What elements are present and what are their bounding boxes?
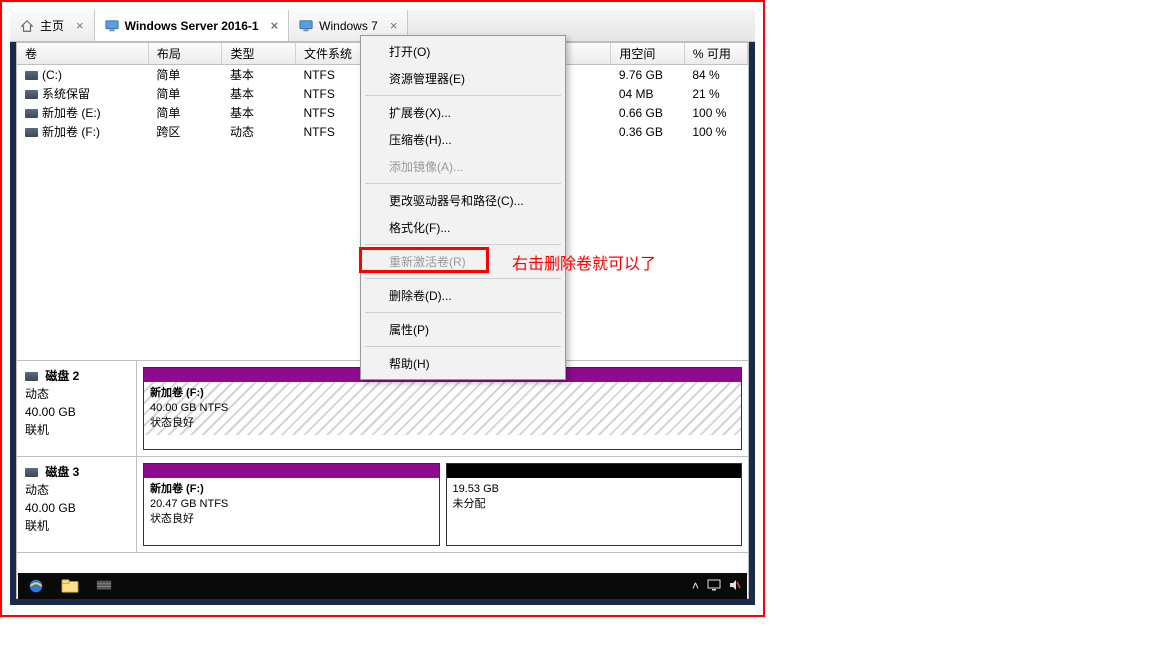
partition-body: 新加卷 (F:)20.47 GB NTFS状态良好 [144, 478, 439, 531]
screenshot-frame: 主页 × Windows Server 2016-1 × Windows 7 × [0, 0, 765, 617]
menu-item: 添加镜像(A)... [363, 153, 563, 180]
menu-item[interactable]: 打开(O) [363, 38, 563, 65]
close-icon[interactable]: × [390, 18, 398, 33]
menu-separator [365, 244, 561, 245]
menu-item[interactable]: 删除卷(D)... [363, 282, 563, 309]
menu-item[interactable]: 更改驱动器号和路径(C)... [363, 187, 563, 214]
menu-separator [365, 278, 561, 279]
disk-visual: 新加卷 (F:)20.47 GB NTFS状态良好19.53 GB未分配 [137, 457, 748, 552]
menu-item[interactable]: 扩展卷(X)... [363, 99, 563, 126]
menu-item[interactable]: 压缩卷(H)... [363, 126, 563, 153]
disk-info: 磁盘 3动态40.00 GB联机 [17, 457, 137, 552]
partition-body: 19.53 GB未分配 [447, 478, 742, 516]
volume-icon[interactable] [729, 579, 741, 593]
menu-separator [365, 346, 561, 347]
partition-header [447, 464, 742, 478]
monitor-icon [299, 19, 313, 33]
tab-label: 主页 [40, 17, 64, 34]
disk-info: 磁盘 2动态40.00 GB联机 [17, 361, 137, 456]
annotation-text: 右击删除卷就可以了 [512, 250, 656, 274]
col-used[interactable]: 用空间 [611, 43, 685, 65]
tab-ws2016[interactable]: Windows Server 2016-1 × [95, 10, 290, 41]
menu-item[interactable]: 资源管理器(E) [363, 65, 563, 92]
disk-icon [25, 468, 38, 477]
disk-row: 磁盘 3动态40.00 GB联机新加卷 (F:)20.47 GB NTFS状态良… [17, 457, 748, 553]
volume-icon [25, 109, 38, 118]
network-icon[interactable] [707, 579, 721, 593]
volume-icon [25, 90, 38, 99]
tab-home[interactable]: 主页 × [10, 10, 95, 41]
disk-icon [25, 372, 38, 381]
ie-icon[interactable] [24, 576, 48, 596]
monitor-icon [105, 19, 119, 33]
partition-header [144, 464, 439, 478]
server-manager-icon[interactable] [92, 576, 116, 596]
menu-item[interactable]: 帮助(H) [363, 350, 563, 377]
volume-icon [25, 128, 38, 137]
menu-item[interactable]: 格式化(F)... [363, 214, 563, 241]
tray-up-icon[interactable]: ˄ [692, 579, 699, 593]
menu-separator [365, 183, 561, 184]
menu-item[interactable]: 属性(P) [363, 316, 563, 343]
explorer-icon[interactable] [58, 576, 82, 596]
col-layout[interactable]: 布局 [148, 43, 222, 65]
partition-body: 新加卷 (F:)40.00 GB NTFS状态良好 [144, 382, 741, 435]
tab-label: Windows Server 2016-1 [125, 19, 259, 33]
close-icon[interactable]: × [76, 18, 84, 33]
col-volume[interactable]: 卷 [17, 43, 148, 65]
close-icon[interactable]: × [271, 18, 279, 33]
tab-label: Windows 7 [319, 19, 378, 33]
home-icon [20, 19, 34, 33]
col-pct[interactable]: % 可用 [684, 43, 747, 65]
disk-panels: 磁盘 2动态40.00 GB联机新加卷 (F:)40.00 GB NTFS状态良… [17, 360, 748, 574]
volume-icon [25, 71, 38, 80]
partition[interactable]: 新加卷 (F:)20.47 GB NTFS状态良好 [143, 463, 440, 546]
menu-separator [365, 312, 561, 313]
partition[interactable]: 19.53 GB未分配 [446, 463, 743, 546]
menu-separator [365, 95, 561, 96]
col-type[interactable]: 类型 [222, 43, 296, 65]
taskbar: ˄ [18, 573, 747, 599]
context-menu: 打开(O)资源管理器(E) 扩展卷(X)...压缩卷(H)...添加镜像(A)..… [360, 35, 566, 380]
